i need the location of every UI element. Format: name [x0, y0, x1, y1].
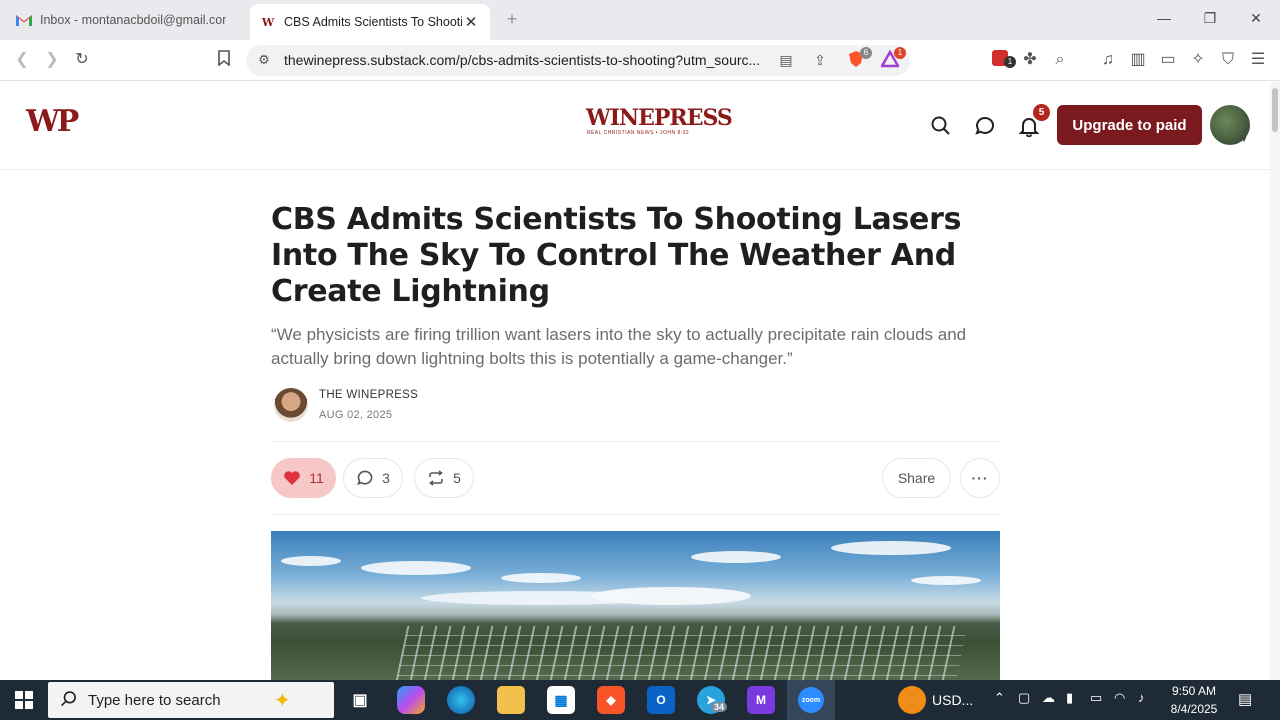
- zoom-taskbar-button[interactable]: zoom: [787, 680, 835, 720]
- notification-center-icon[interactable]: ▤: [1238, 690, 1252, 708]
- forward-icon[interactable]: ❯: [42, 50, 62, 70]
- site-header: WP WINEPRESS REAL CHRISTIAN NEWS • JOHN …: [0, 82, 1280, 170]
- search-icon: [60, 690, 78, 713]
- upgrade-button[interactable]: Upgrade to paid: [1057, 105, 1202, 145]
- wifi-icon[interactable]: ◠: [1114, 690, 1125, 706]
- extension-badge: 1: [1004, 56, 1016, 68]
- volume-icon[interactable]: ♪: [1138, 690, 1145, 705]
- bookmark-icon[interactable]: [214, 50, 234, 70]
- brand-name: WINEPRESS: [586, 105, 733, 131]
- brave-rewards-icon[interactable]: 1: [879, 47, 906, 70]
- zoom-icon: zoom: [798, 687, 824, 713]
- new-tab-button[interactable]: +: [502, 9, 522, 30]
- antenna-array: [394, 626, 968, 680]
- scrollbar-thumb[interactable]: [1272, 88, 1278, 132]
- telegram-icon[interactable]: ➤ 34: [697, 686, 728, 714]
- share-page-icon[interactable]: ⇪: [810, 50, 830, 70]
- publication-logo[interactable]: WP: [26, 104, 79, 139]
- extension-red-icon[interactable]: 1: [990, 50, 1016, 70]
- shields-count: 6: [860, 47, 872, 59]
- clock-time[interactable]: 9:50 AM: [1166, 684, 1222, 698]
- windows-taskbar: Type here to search ✦ ▣ ▦ ◆ O ➤ 34 M zoo…: [0, 680, 1280, 720]
- taskbar-search[interactable]: Type here to search ✦: [48, 682, 334, 718]
- url-text: thewinepress.substack.com/p/cbs-admits-s…: [284, 52, 761, 68]
- publication-wordmark[interactable]: WINEPRESS REAL CHRISTIAN NEWS • JOHN 8:3…: [586, 105, 733, 136]
- tab-article[interactable]: W CBS Admits Scientists To Shooting ✕: [250, 4, 490, 40]
- close-window-icon[interactable]: ✕: [1246, 10, 1266, 27]
- search-icon[interactable]: [930, 115, 952, 137]
- reload-icon[interactable]: ↻: [72, 50, 92, 70]
- leo-ai-icon[interactable]: ✧: [1188, 50, 1208, 70]
- divider: [271, 441, 1001, 442]
- browser-tabstrip: Inbox - montanacbdoil@gmail.com W CBS Ad…: [0, 0, 1280, 40]
- site-settings-icon[interactable]: ⚙: [254, 50, 274, 70]
- brave-shields-icon[interactable]: 6: [846, 47, 872, 70]
- tab-gmail[interactable]: Inbox - montanacbdoil@gmail.com: [6, 5, 236, 35]
- like-count: 11: [309, 470, 324, 486]
- chevron-up-icon[interactable]: ⌃: [994, 690, 1005, 706]
- restore-icon[interactable]: ❐: [1200, 10, 1220, 27]
- media-icon[interactable]: ♫: [1098, 50, 1118, 70]
- mail-app-icon[interactable]: M: [747, 686, 775, 714]
- tab-title: Inbox - montanacbdoil@gmail.com: [40, 13, 226, 27]
- more-options-icon[interactable]: ···: [960, 458, 1000, 498]
- browser-toolbar: ❮ ❯ ↻ ⚙ thewinepress.substack.com/p/cbs-…: [0, 40, 1280, 81]
- vpn-icon[interactable]: ⛉: [1218, 50, 1238, 70]
- comment-count: 3: [382, 470, 390, 486]
- restack-icon: [429, 470, 443, 486]
- winepress-favicon: W: [261, 15, 275, 29]
- author-avatar[interactable]: [274, 388, 308, 422]
- chevron-down-icon[interactable]: ▼: [1240, 135, 1248, 144]
- meet-icon[interactable]: ▢: [1018, 690, 1030, 706]
- search-placeholder: Type here to search: [88, 691, 221, 709]
- restack-button[interactable]: 5: [414, 458, 474, 498]
- wallet-icon[interactable]: ▭: [1158, 50, 1178, 70]
- back-icon[interactable]: ❮: [12, 50, 32, 70]
- rewards-count: 1: [894, 47, 906, 59]
- publish-date: AUG 02, 2025: [319, 409, 393, 421]
- brave-icon[interactable]: ◆: [597, 686, 625, 714]
- extensions-puzzle-icon[interactable]: ✤: [1020, 50, 1040, 70]
- comment-icon: [357, 470, 373, 486]
- task-view-icon[interactable]: ▣: [346, 686, 374, 714]
- microphone-icon[interactable]: ▮: [1066, 690, 1073, 706]
- battery-icon[interactable]: ▭: [1090, 690, 1102, 706]
- microsoft-store-icon[interactable]: ▦: [547, 686, 575, 714]
- like-button[interactable]: 11: [271, 458, 336, 498]
- hero-image: [271, 531, 1000, 680]
- search-tab-icon[interactable]: ⌕: [1050, 50, 1070, 70]
- comments-button[interactable]: 3: [343, 458, 403, 498]
- minimize-icon[interactable]: —: [1154, 10, 1174, 26]
- brand-tagline: REAL CHRISTIAN NEWS • JOHN 8:32: [586, 130, 690, 136]
- close-tab-icon[interactable]: ✕: [462, 13, 480, 31]
- menu-icon[interactable]: ☰: [1248, 50, 1268, 70]
- file-explorer-icon[interactable]: [497, 686, 525, 714]
- divider: [271, 514, 1001, 515]
- currency-widget-icon[interactable]: [898, 686, 926, 714]
- restack-count: 5: [453, 470, 461, 486]
- sidebar-icon[interactable]: ▥: [1128, 50, 1148, 70]
- gmail-icon: [16, 12, 32, 28]
- article-subtitle: “We physicists are firing trillion want …: [271, 325, 967, 368]
- onedrive-icon[interactable]: ☁: [1042, 690, 1055, 706]
- heart-icon: [284, 471, 301, 485]
- clock-date[interactable]: 8/4/2025: [1164, 702, 1224, 716]
- reader-mode-icon[interactable]: ▤: [776, 50, 796, 70]
- outlook-icon[interactable]: O: [647, 686, 675, 714]
- currency-ticker[interactable]: USD...: [932, 692, 973, 708]
- share-button[interactable]: Share: [882, 458, 951, 498]
- copilot-icon[interactable]: [397, 686, 425, 714]
- author-name[interactable]: THE WINEPRESS: [319, 389, 418, 401]
- tab-title: CBS Admits Scientists To Shooting: [284, 15, 462, 29]
- edge-icon[interactable]: [447, 686, 475, 714]
- telegram-badge: 34: [711, 702, 728, 712]
- copilot-sparkle-icon: ✦: [274, 690, 291, 712]
- address-bar[interactable]: ⚙ thewinepress.substack.com/p/cbs-admits…: [246, 45, 910, 76]
- notification-badge: 5: [1033, 104, 1050, 121]
- chat-icon[interactable]: [974, 115, 996, 137]
- windows-start-icon[interactable]: [10, 686, 38, 714]
- article-title: CBS Admits Scientists To Shooting Lasers…: [271, 202, 962, 309]
- scrollbar[interactable]: [1270, 82, 1280, 680]
